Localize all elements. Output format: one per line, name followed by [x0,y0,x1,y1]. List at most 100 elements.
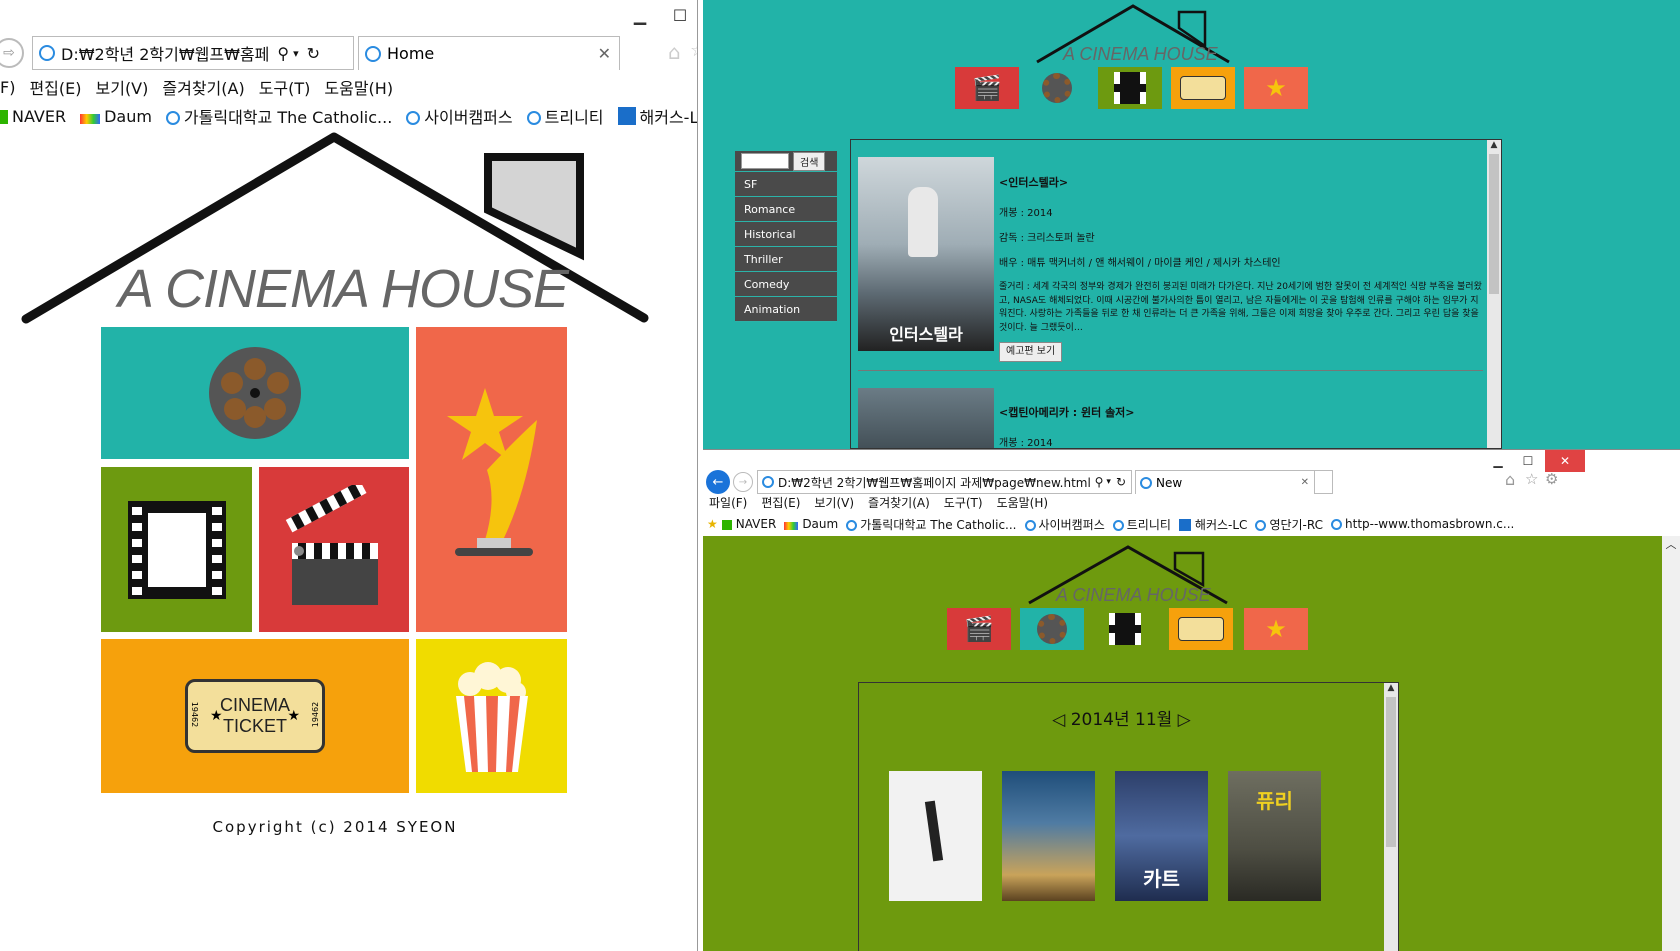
close-tab-icon[interactable]: ✕ [598,44,611,63]
fav-catholic[interactable]: 가톨릭대학교 The Catholic... [846,516,1017,533]
menu-favorites[interactable]: 즐겨찾기(A) [868,494,930,511]
address-bar[interactable]: D:₩2학년 2학기₩웹프₩홈페 ⚲ ▾ ↻ [32,36,354,70]
scroll-up-arrow[interactable]: ▲ [1487,140,1501,150]
menu-tools[interactable]: 도구(T) [944,494,983,511]
movie-poster-interstellar[interactable]: 인터스텔라 [858,157,994,351]
nav-ticket[interactable] [1169,608,1233,650]
close-button[interactable]: ✕ [1545,450,1585,472]
nav-ticket[interactable] [1171,67,1235,109]
back-button[interactable]: ⇨ [0,38,24,68]
tile-popcorn[interactable] [416,639,567,793]
scroll-up-arrow[interactable]: ▲ [1384,683,1398,693]
genre-comedy[interactable]: Comedy [735,272,837,297]
back-button[interactable]: ← [706,470,730,494]
close-tab-icon[interactable]: ✕ [1301,477,1309,488]
nav-clapperboard[interactable]: 🎬 [947,608,1011,650]
fav-daum[interactable]: Daum [784,517,838,531]
new-tab-button[interactable] [1315,470,1333,494]
fav-daum[interactable]: Daum [80,107,152,126]
chevron-down-icon[interactable]: ▾ [1106,477,1111,487]
menu-file[interactable]: F) [0,78,15,97]
minimize-button[interactable]: ▁ [1483,450,1513,472]
fav-naver[interactable]: NAVER [721,517,776,531]
nav-film-reel[interactable] [1020,608,1084,650]
nav-trophy[interactable]: ★ [1244,608,1308,650]
naver-icon [0,109,8,124]
search-input[interactable] [741,153,789,169]
bottom-chrome: ▁ ☐ ✕ ← → D:₩2학년 2학기₩웹프₩홈페이지 과제₩page₩new… [703,450,1680,536]
fav-trinity[interactable]: 트리니티 [1112,516,1171,533]
menu-view[interactable]: 보기(V) [96,75,149,99]
scrollbar[interactable]: ▲ [1384,683,1398,951]
scrollbar[interactable]: ▲ [1487,140,1501,448]
genre-animation[interactable]: Animation [735,297,837,322]
tab-home[interactable]: Home ✕ [358,36,620,70]
nav-trophy[interactable]: ★ [1244,67,1308,109]
tab-new[interactable]: New ✕ [1135,470,1315,494]
new-poster-1[interactable] [889,771,982,901]
search-icon[interactable]: ⚲ [277,44,289,63]
menu-view[interactable]: 보기(V) [814,494,854,511]
maximize-button[interactable]: ☐ [660,0,697,30]
star-icon[interactable]: ☆ [690,40,697,61]
ie-icon [39,45,55,61]
tile-ticket[interactable]: CINEMA TICKET ★ ★ 19462 19462 [101,639,409,793]
fav-catholic[interactable]: 가톨릭대학교 The Catholic... [165,104,392,128]
new-poster-4[interactable]: 퓨리 [1228,771,1321,901]
nav-film-reel[interactable] [1025,67,1089,109]
genre-romance[interactable]: Romance [735,197,837,222]
chevron-down-icon[interactable]: ▾ [293,47,299,60]
menu-help[interactable]: 도움말(H) [324,75,393,99]
page-scrollbar[interactable]: ︿ [1662,536,1680,951]
maximize-button[interactable]: ☐ [1513,450,1543,472]
hackers-icon [617,107,636,125]
fav-cyber[interactable]: 사이버캠퍼스 [1024,516,1105,533]
fav-naver[interactable]: NAVER [0,107,66,126]
fav-cyber[interactable]: 사이버캠퍼스 [406,104,513,128]
tile-film-reel[interactable] [101,327,409,459]
scroll-up-arrow[interactable]: ︿ [1662,536,1680,552]
menu-edit[interactable]: 편집(E) [761,494,800,511]
star-icon[interactable]: ☆ [1525,470,1538,488]
nav-clapperboard[interactable]: 🎬 [955,67,1019,109]
new-poster-3[interactable]: 카트 [1115,771,1208,901]
ie-icon [1112,519,1124,531]
fav-trinity[interactable]: 트리니티 [526,104,604,128]
fav-thomasbrown[interactable]: http--www.thomasbrown.c... [1331,517,1514,531]
fav-youngdangi[interactable]: 영단기-RC [1255,516,1323,533]
menu-tools[interactable]: 도구(T) [259,75,311,99]
tile-film-strip[interactable] [101,467,252,632]
movie-poster-captain-america[interactable] [858,388,994,448]
genre-historical[interactable]: Historical [735,222,837,247]
address-bar[interactable]: D:₩2학년 2학기₩웹프₩홈페이지 과제₩page₩new.html ⚲ ▾ … [757,470,1132,494]
menu-favorites[interactable]: 즐겨찾기(A) [162,75,244,99]
trailer-button[interactable]: 예고편 보기 [999,342,1063,363]
fav-hackers[interactable]: 해커스-LC [1178,516,1247,533]
gear-icon[interactable]: ⚙ [1545,470,1558,488]
poster-figure [924,800,944,862]
favorites-star-icon[interactable]: ★ [707,517,718,531]
forward-button[interactable]: → [733,472,753,492]
copyright-text: Copyright (c) 2014 SYEON [212,818,458,836]
fav-hackers[interactable]: 해커스-LC [617,104,697,128]
ie-icon [1024,519,1036,531]
home-icon[interactable]: ⌂ [668,40,681,64]
home-icon[interactable]: ⌂ [1505,470,1515,489]
scroll-thumb[interactable] [1489,154,1499,294]
tile-trophy[interactable] [416,327,567,632]
menu-edit[interactable]: 편집(E) [29,75,81,99]
menu-help[interactable]: 도움말(H) [997,494,1049,511]
tile-clapperboard[interactable] [259,467,409,632]
minimize-button[interactable]: ▁ [620,0,660,30]
genre-thriller[interactable]: Thriller [735,247,837,272]
refresh-icon[interactable]: ↻ [307,44,320,63]
genre-sf[interactable]: SF [735,172,837,197]
scroll-thumb[interactable] [1386,697,1396,847]
nav-film-strip[interactable] [1098,67,1162,109]
refresh-icon[interactable]: ↻ [1116,475,1126,489]
search-button[interactable]: 검색 [793,151,826,171]
search-icon[interactable]: ⚲ [1095,475,1104,489]
menu-file[interactable]: 파일(F) [709,494,747,511]
new-poster-2[interactable] [1002,771,1095,901]
nav-film-strip[interactable] [1093,608,1157,650]
